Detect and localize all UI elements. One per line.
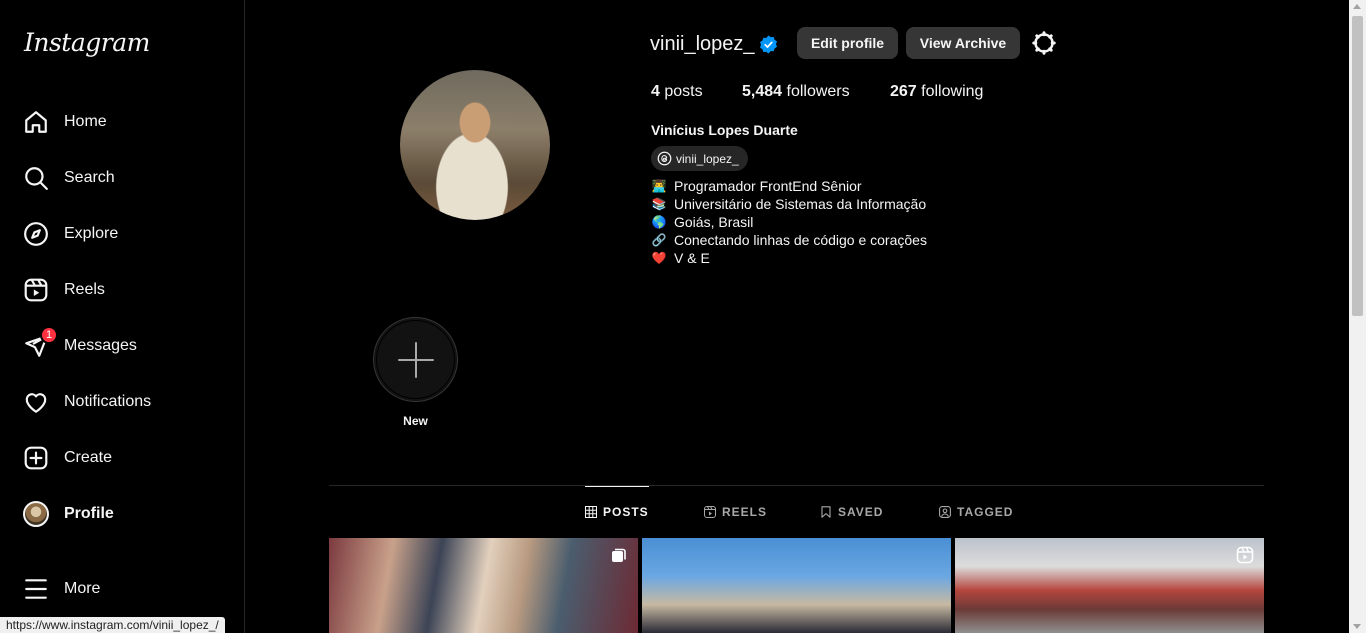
carousel-icon	[612, 548, 626, 562]
scroll-up-arrow-icon[interactable]	[1353, 4, 1361, 9]
verified-badge-icon	[760, 35, 777, 54]
sidebar-item-explore[interactable]: Explore	[12, 210, 232, 258]
new-highlight-button[interactable]	[373, 317, 458, 402]
messenger-icon: 1	[22, 326, 58, 360]
tab-label: POSTS	[603, 504, 649, 519]
search-icon	[22, 164, 50, 192]
gear-icon[interactable]	[1032, 31, 1056, 55]
sidebar-item-create[interactable]: Create	[12, 434, 232, 482]
profile-picture[interactable]	[400, 70, 550, 220]
sidebar-item-reels[interactable]: Reels	[12, 266, 232, 314]
sidebar-item-messages[interactable]: 1 Messages	[12, 322, 232, 370]
menu-icon	[22, 575, 50, 603]
following-link[interactable]: 267 following	[890, 83, 983, 101]
bio-line-text: Programador FrontEnd Sênior	[674, 178, 862, 194]
tab-saved[interactable]: SAVED	[820, 487, 883, 537]
instagram-app: Instagram Home Search Explore Reels 1 Me…	[0, 0, 1366, 633]
followers-link[interactable]: 5,484 followers	[742, 83, 850, 101]
heart-emoji-icon: ❤️	[651, 251, 667, 265]
compass-icon	[22, 220, 50, 248]
bio-line: 📚 Universitário de Sistemas da Informaçã…	[651, 195, 927, 213]
view-archive-button[interactable]: View Archive	[906, 27, 1020, 59]
link-emoji-icon: 🔗	[651, 233, 667, 247]
avatar	[22, 500, 50, 528]
tagged-icon	[939, 506, 951, 518]
sidebar-item-label: Explore	[64, 225, 119, 242]
instagram-logo[interactable]: Instagram	[24, 28, 150, 57]
heart-icon	[22, 388, 50, 416]
sidebar-item-label: Home	[64, 113, 107, 130]
followers-count-value: 5,484	[742, 83, 783, 100]
sidebar-item-label: Notifications	[64, 393, 152, 410]
edit-profile-button[interactable]: Edit profile	[797, 27, 898, 59]
books-emoji-icon: 📚	[651, 197, 667, 211]
bio-line: 🔗 Conectando linhas de código e corações	[651, 231, 927, 249]
tab-tagged[interactable]: TAGGED	[939, 487, 1013, 537]
sidebar-item-label: Profile	[64, 505, 114, 522]
threads-link[interactable]: vinii_lopez_	[651, 146, 748, 171]
grid-icon	[585, 505, 597, 518]
post-thumbnail[interactable]	[329, 538, 638, 633]
following-count-value: 267	[890, 83, 917, 100]
profile-username: vinii_lopez_	[650, 33, 755, 55]
reels-icon	[22, 276, 50, 304]
bio-line-text: Conectando linhas de código e corações	[674, 232, 927, 248]
sidebar-item-search[interactable]: Search	[12, 154, 232, 202]
following-count-label: following	[921, 83, 984, 100]
tab-label: TAGGED	[957, 505, 1014, 519]
globe-emoji-icon: 🌎	[651, 215, 667, 229]
bio-line: 🌎 Goiás, Brasil	[651, 213, 927, 231]
tab-label: REELS	[722, 505, 768, 519]
profile-full-name: Vinícius Lopes Duarte	[651, 122, 798, 138]
sidebar-item-label: Messages	[64, 337, 137, 354]
scroll-down-arrow-icon[interactable]	[1353, 624, 1361, 629]
posts-count-value: 4	[651, 83, 660, 100]
bio-line-text: V & E	[674, 250, 710, 266]
page-scrollbar[interactable]	[1349, 0, 1366, 633]
plus-square-icon	[22, 444, 50, 472]
sidebar-item-label: Create	[64, 449, 113, 466]
bio-line-text: Universitário de Sistemas da Informação	[674, 196, 927, 212]
messages-badge: 1	[40, 326, 58, 344]
bookmark-icon	[821, 506, 831, 518]
bio-line: ❤️ V & E	[651, 249, 927, 267]
bio-line-text: Goiás, Brasil	[674, 214, 754, 230]
plus-icon	[397, 341, 434, 378]
tab-reels[interactable]: REELS	[704, 487, 767, 537]
sidebar-item-profile[interactable]: Profile	[12, 490, 232, 538]
new-highlight-label: New	[403, 414, 428, 428]
sidebar-item-more[interactable]: More	[12, 565, 232, 613]
threads-handle: vinii_lopez_	[676, 151, 739, 166]
posts-count-label: posts	[664, 83, 703, 100]
scrollbar-thumb[interactable]	[1352, 16, 1363, 316]
sidebar: Instagram Home Search Explore Reels 1 Me…	[0, 0, 245, 633]
link-preview-status: https://www.instagram.com/vinii_lopez_/	[0, 617, 225, 633]
profile-bio: 👨‍💻 Programador FrontEnd Sênior 📚 Univer…	[651, 177, 927, 267]
post-thumbnail[interactable]	[955, 538, 1264, 633]
post-thumbnail[interactable]	[642, 538, 951, 633]
technologist-emoji-icon: 👨‍💻	[651, 179, 667, 193]
tab-posts[interactable]: POSTS	[585, 486, 649, 536]
reel-clip-icon	[1236, 546, 1254, 564]
reels-icon	[704, 506, 716, 518]
sidebar-item-label: Search	[64, 169, 115, 186]
followers-count-label: followers	[786, 83, 850, 100]
home-icon	[22, 108, 50, 136]
tab-label: SAVED	[838, 505, 884, 519]
sidebar-item-home[interactable]: Home	[12, 98, 232, 146]
bio-line: 👨‍💻 Programador FrontEnd Sênior	[651, 177, 927, 195]
sidebar-item-label: More	[64, 580, 101, 597]
posts-count: 4 posts	[651, 83, 703, 101]
sidebar-item-label: Reels	[64, 281, 105, 298]
tabs-divider	[329, 485, 1264, 486]
threads-icon	[657, 151, 672, 166]
sidebar-item-notifications[interactable]: Notifications	[12, 378, 232, 426]
